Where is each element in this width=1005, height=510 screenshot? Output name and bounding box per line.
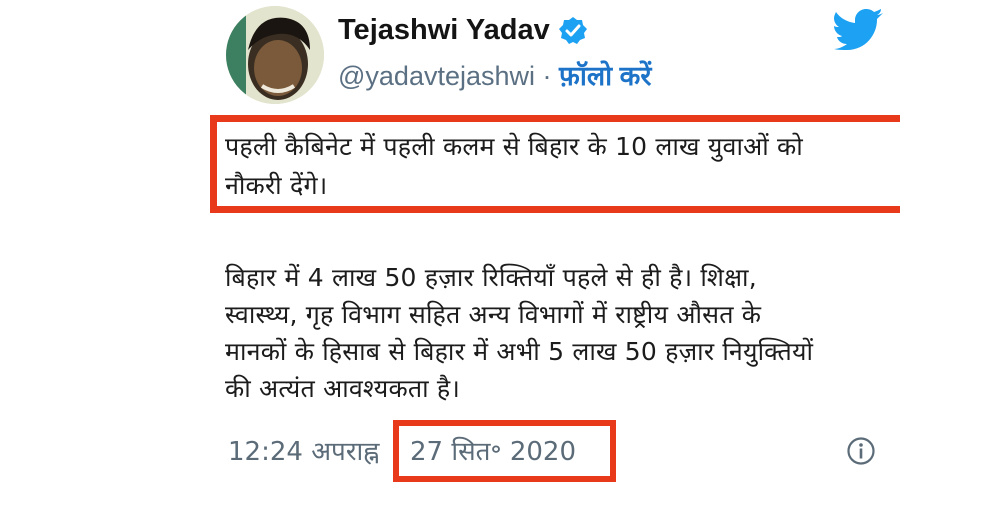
tweet-time[interactable]: 12:24 अपराह्न xyxy=(228,432,379,468)
author-name[interactable]: Tejashwi Yadav xyxy=(338,14,550,47)
author-name-row[interactable]: Tejashwi Yadav xyxy=(338,14,588,47)
verified-badge-icon xyxy=(558,16,587,44)
info-icon[interactable] xyxy=(846,436,876,466)
tweet-highlight-line-1: पहली कैबिनेट में पहली कलम से बिहार के 10… xyxy=(225,132,803,161)
author-handle[interactable]: @yadavtejashwi xyxy=(338,61,535,91)
avatar[interactable] xyxy=(226,6,324,104)
tweet-body-line-1: बिहार में 4 लाख 50 हज़ार रिक्तियाँ पहले … xyxy=(225,263,757,292)
tweet-body-line-2: स्वास्थ्य, गृह विभाग सहित अन्य विभागों म… xyxy=(225,300,762,329)
tweet-body-line-4: की अत्यंत आवश्यकता है। xyxy=(225,374,461,403)
tweet-body-line-3: मानकों के हिसाब से बिहार में अभी 5 लाख 5… xyxy=(225,337,814,366)
tweet-date[interactable]: 27 सित॰ 2020 xyxy=(410,432,576,468)
author-handle-row: @yadavtejashwi · फ़ॉलो करें xyxy=(338,56,651,93)
tweet-highlight-line-2: नौकरी देंगे। xyxy=(225,171,328,200)
follow-button[interactable]: फ़ॉलो करें xyxy=(559,61,651,91)
twitter-bird-icon[interactable] xyxy=(834,8,884,50)
avatar-photo xyxy=(226,6,324,104)
separator-dot: · xyxy=(535,61,560,91)
